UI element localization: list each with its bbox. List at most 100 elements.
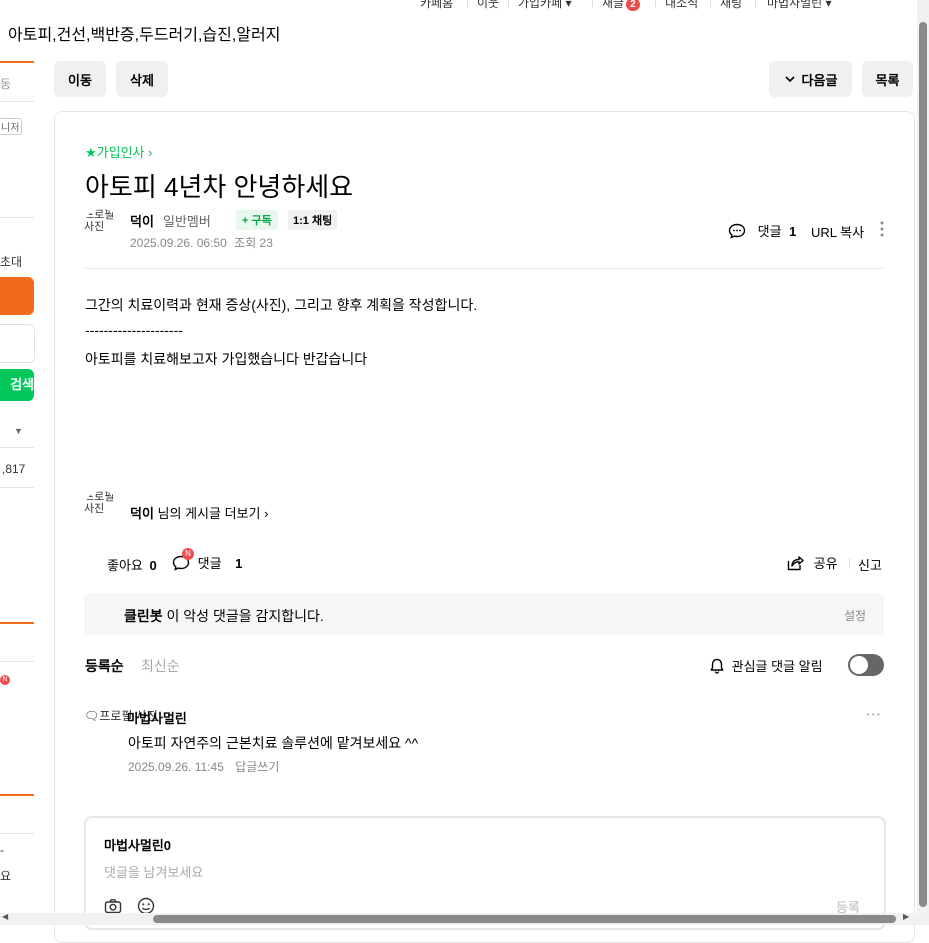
more-posts-link[interactable]: 덕이 님의 게시글 더보기 › bbox=[130, 503, 268, 522]
header-divider bbox=[84, 268, 884, 269]
cleanbot-name: 클린봇 bbox=[124, 608, 163, 624]
author-grade: 일반멤버 bbox=[163, 214, 211, 229]
comment-notify-label: 관심글 댓글 알림 bbox=[710, 656, 823, 675]
commenter-name[interactable]: 마법사멀린 bbox=[127, 708, 187, 727]
comment-input[interactable]: 댓글을 남겨보세요 bbox=[104, 862, 203, 881]
write-post-button[interactable] bbox=[0, 277, 34, 315]
report-button[interactable]: 신고 bbox=[858, 555, 882, 574]
editor-username: 마법사멀린0 bbox=[104, 838, 172, 853]
post-date: 2025.09.26. 06:50 bbox=[130, 236, 227, 250]
sidebar-divider bbox=[0, 833, 34, 834]
share-icon bbox=[787, 556, 804, 571]
cleanbot-settings-link[interactable]: 설정 bbox=[844, 607, 866, 624]
move-button[interactable]: 이동 bbox=[54, 61, 106, 97]
chat-button[interactable]: 1:1 채팅 bbox=[288, 210, 338, 230]
share-button[interactable]: 공유 bbox=[787, 553, 838, 572]
cafe-title[interactable]: 아토피,건선,백반증,두드러기,습진,알러지 bbox=[8, 21, 280, 45]
reply-link[interactable]: 답글쓰기 bbox=[235, 760, 279, 774]
sidebar-divider bbox=[0, 101, 34, 102]
new-count-badge: 2 bbox=[626, 0, 640, 11]
bell-icon bbox=[710, 658, 724, 674]
sort-registered-tab[interactable]: 등록순 bbox=[85, 656, 124, 676]
comment-meta: 2025.09.26. 11:45 답글쓰기 bbox=[128, 758, 279, 775]
nav-divider bbox=[655, 0, 656, 7]
views-count: 23 bbox=[259, 236, 273, 250]
chevron-down-icon bbox=[784, 76, 795, 83]
author-name[interactable]: 덕이 bbox=[130, 211, 154, 230]
next-post-button[interactable]: 다음글 bbox=[769, 61, 852, 97]
next-post-label: 다음글 bbox=[801, 72, 838, 88]
delete-button[interactable]: 삭제 bbox=[116, 61, 168, 97]
sidebar-search-input[interactable] bbox=[0, 324, 35, 363]
nav-neighbors[interactable]: 이웃 bbox=[477, 0, 499, 11]
more-options-icon[interactable] bbox=[880, 220, 884, 238]
nav-my-news[interactable]: 내소식 bbox=[665, 0, 698, 11]
author-avatar[interactable]: 프로필 사진 bbox=[84, 209, 120, 245]
author-avatar-small[interactable]: 프로필 사진 bbox=[84, 491, 120, 527]
sidebar-divider bbox=[0, 661, 34, 662]
horizontal-scroll-thumb[interactable] bbox=[153, 915, 896, 923]
toggle-knob bbox=[850, 656, 868, 674]
sidebar-search-button[interactable]: 검색 bbox=[0, 369, 34, 401]
nav-divider bbox=[592, 0, 593, 7]
chevron-down-icon: ▾ bbox=[825, 0, 832, 10]
url-copy-button[interactable]: URL 복사 bbox=[811, 222, 864, 241]
scroll-left-arrow-icon[interactable]: ◀ bbox=[2, 912, 8, 921]
board-link[interactable]: ★가입인사 › bbox=[85, 142, 152, 161]
vertical-scroll-thumb[interactable] bbox=[919, 22, 927, 907]
sidebar-fragment: - bbox=[0, 843, 4, 857]
chevron-down-icon: ▾ bbox=[565, 0, 572, 10]
sidebar-new-badge: N bbox=[0, 675, 10, 685]
like-label: 좋아요 bbox=[107, 558, 143, 573]
scroll-right-arrow-icon[interactable]: ▶ bbox=[903, 912, 909, 921]
like-button[interactable]: 좋아요 0 bbox=[107, 555, 157, 574]
nav-divider bbox=[710, 0, 711, 7]
body-paragraph: 아토피를 치료해보고자 가입했습니다 반갑습니다 bbox=[85, 351, 368, 367]
nav-cafe-home[interactable]: 카페홈 bbox=[420, 0, 453, 11]
kebab-icon bbox=[880, 221, 884, 237]
chevron-right-icon: › bbox=[264, 506, 269, 521]
article-title: 아토피 4년차 안녕하세요 bbox=[85, 172, 354, 202]
nav-divider bbox=[508, 0, 509, 7]
more-posts-author: 덕이 bbox=[130, 506, 154, 521]
broken-image-icon: 🗨 bbox=[84, 709, 100, 723]
nav-joined-cafes[interactable]: 가입카페 ▾ bbox=[518, 0, 572, 11]
nav-profile[interactable]: 마법사멀린 ▾ bbox=[767, 0, 832, 11]
sort-latest-tab[interactable]: 최신순 bbox=[141, 656, 180, 676]
comment-date: 2025.09.26. 11:45 bbox=[128, 760, 224, 774]
comment-label: 댓글 bbox=[757, 224, 782, 239]
nav-divider bbox=[755, 0, 756, 7]
chevron-right-icon: › bbox=[148, 145, 153, 160]
like-count: 0 bbox=[149, 558, 157, 573]
sidebar-divider bbox=[0, 447, 34, 448]
comment-shortcut[interactable]: 댓글 1 bbox=[728, 221, 796, 240]
views-label: 조회 bbox=[234, 236, 257, 250]
comment-count: 1 bbox=[789, 224, 797, 239]
list-button[interactable]: 목록 bbox=[862, 61, 913, 97]
nav-new-posts[interactable]: 새글 2 bbox=[602, 0, 640, 11]
sidebar-invite-link[interactable]: 초대 bbox=[0, 253, 22, 270]
body-paragraph: 그간의 치료이력과 현재 증상(사진), 그리고 향후 계획을 작성합니다. bbox=[85, 297, 478, 313]
sidebar-accent-line bbox=[0, 794, 34, 796]
share-label: 공유 bbox=[813, 556, 838, 571]
sidebar-divider bbox=[0, 217, 34, 218]
sidebar-fragment: 요 bbox=[0, 869, 12, 883]
sidebar-member-count: ,817 bbox=[2, 462, 26, 476]
comment-toggle-button[interactable]: N 댓글 1 bbox=[172, 548, 243, 572]
subscribe-button[interactable]: + 구독 bbox=[236, 210, 278, 230]
more-posts-text: 님의 게시글 더보기 bbox=[157, 506, 261, 521]
commenter-avatar[interactable]: 🗨프로필 사진 bbox=[84, 707, 158, 723]
sidebar-accent-line bbox=[0, 61, 34, 63]
comment-notify-toggle[interactable] bbox=[848, 654, 884, 676]
sidebar-manager-tag: 니저 bbox=[0, 118, 23, 135]
body-paragraph: --------------------- bbox=[85, 322, 183, 338]
cleanbot-desc: 이 악성 댓글을 감지합니다. bbox=[166, 608, 324, 624]
comment-more-icon[interactable]: ··· bbox=[866, 707, 882, 722]
comment-icon bbox=[728, 223, 746, 239]
comment-text: 아토피 자연주의 근본치료 솔루션에 맡겨보세요 ^^ bbox=[128, 735, 419, 751]
cleanbot-text: 클린봇 이 악성 댓글을 감지합니다. bbox=[124, 606, 324, 626]
chevron-down-icon[interactable]: ▼ bbox=[14, 426, 23, 436]
nav-chat[interactable]: 채팅 bbox=[720, 0, 742, 11]
nav-divider bbox=[467, 0, 468, 7]
comment-count: 1 bbox=[235, 556, 243, 571]
